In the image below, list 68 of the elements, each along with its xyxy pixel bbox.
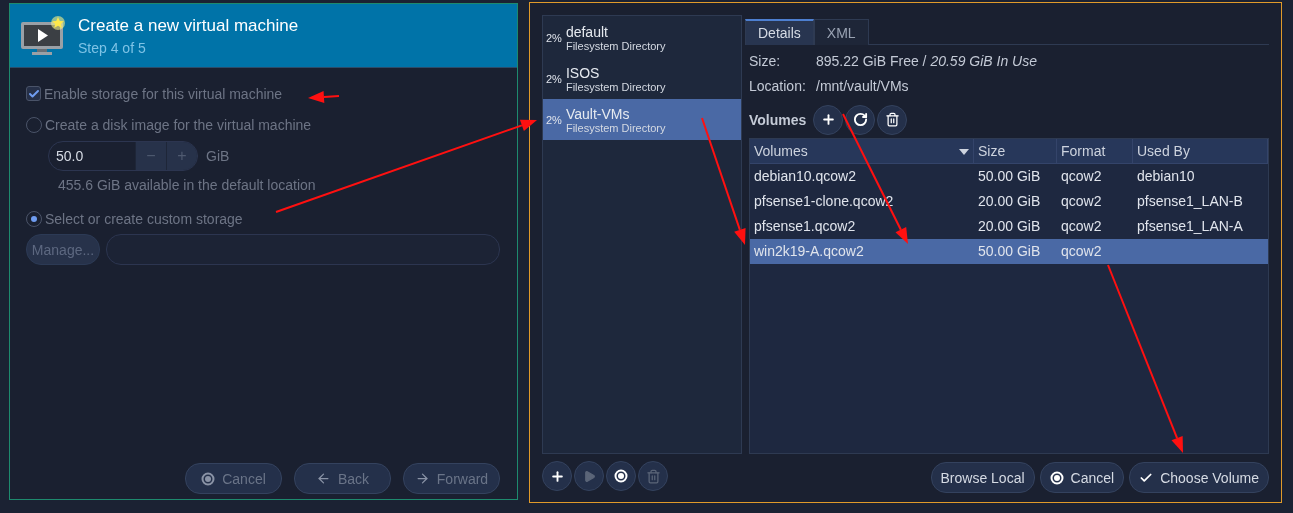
volume-row[interactable]: win2k19-A.qcow2 50.00 GiB qcow2 — [750, 239, 1268, 265]
check-icon — [27, 87, 40, 100]
stop-button[interactable] — [606, 461, 636, 491]
step-label: Step 4 of 5 — [78, 39, 147, 56]
pool-type: Filesystem Directory — [565, 80, 666, 93]
location-label: Location: — [749, 78, 807, 95]
table-cell-text: qcow2 — [1060, 242, 1103, 262]
table-cell-text: debian10 — [1136, 167, 1196, 187]
unit-label: GiB — [206, 147, 230, 164]
column-header[interactable]: Size — [974, 139, 1057, 165]
size-label: Size: — [749, 53, 782, 70]
pool-usage: 2% — [546, 113, 562, 126]
radio-label: Select or create custom storage — [45, 210, 243, 227]
annotation-arrow — [308, 91, 340, 103]
arrow-right-icon — [414, 471, 430, 486]
pool-name: ISOS — [565, 64, 601, 81]
cancel-button[interactable]: Cancel — [1039, 462, 1125, 493]
sort-caret-icon — [959, 148, 969, 155]
choose-button[interactable]: Choose Volume — [1129, 462, 1269, 493]
plus-icon — [820, 112, 836, 127]
table-cell-text: win2k19-A.qcow2 — [753, 242, 865, 262]
pool-usage: 2% — [546, 72, 562, 85]
volume-row[interactable]: pfsense1.qcow2 20.00 GiB qcow2 pfsense1_LAN-A — [750, 214, 1268, 240]
stop-icon — [614, 469, 628, 483]
trash-icon — [645, 468, 661, 484]
trash-icon — [884, 112, 900, 127]
column-header[interactable]: Volumes — [750, 139, 974, 165]
pool-name: Vault-VMs — [565, 105, 631, 122]
volumes-label: Volumes — [749, 111, 807, 128]
column-header[interactable]: Used By — [1133, 139, 1268, 165]
table-cell-text: 50.00 GiB — [977, 167, 1042, 187]
location-value: /mnt/vault/VMs — [816, 78, 909, 95]
monitor-icon — [20, 14, 66, 57]
add-button[interactable] — [813, 104, 844, 135]
table-cell-text: qcow2 — [1060, 167, 1103, 187]
refresh-button[interactable] — [845, 104, 876, 135]
table-cell-text: 50.00 GiB — [977, 242, 1042, 262]
table-cell-text: pfsense1_LAN-B — [1136, 192, 1244, 212]
table-cell-text: 20.00 GiB — [977, 192, 1042, 212]
table-cell-text: pfsense1_LAN-A — [1136, 217, 1244, 237]
volume-row[interactable]: debian10.qcow2 50.00 GiB qcow2 debian10 — [750, 164, 1268, 190]
table-cell-text: debian10.qcow2 — [753, 167, 857, 187]
delete-button[interactable] — [877, 104, 908, 135]
pool-type: Filesystem Directory — [565, 39, 666, 52]
size-value: 895.22 GiB Free / 20.59 GiB In Use — [816, 53, 1038, 70]
play-icon — [582, 469, 596, 483]
checkbox-label: Enable storage for this virtual machine — [44, 85, 283, 102]
pool-name: default — [565, 23, 609, 40]
refresh-icon — [852, 112, 868, 127]
table-cell-text: qcow2 — [1060, 192, 1103, 212]
pool-usage: 2% — [546, 31, 562, 44]
plus-icon — [549, 468, 565, 484]
stop-icon — [1049, 470, 1064, 485]
table-cell-text: pfsense1.qcow2 — [753, 217, 857, 237]
table-cell-text: 20.00 GiB — [977, 217, 1042, 237]
add-button[interactable] — [542, 461, 572, 491]
size-value: 50.0 — [55, 146, 85, 166]
storage-path-field[interactable] — [106, 234, 500, 265]
tab[interactable]: Details — [745, 19, 814, 45]
browse-button[interactable]: Browse Local — [930, 462, 1035, 493]
pool-type: Filesystem Directory — [565, 121, 666, 134]
radio-label: Create a disk image for the virtual machine — [45, 116, 312, 133]
tab[interactable]: XML — [813, 19, 869, 45]
table-cell-text: qcow2 — [1060, 217, 1103, 237]
column-header[interactable]: Format — [1057, 139, 1133, 165]
stop-icon — [201, 471, 216, 486]
wizard-title: Create a new virtual machine — [78, 15, 299, 36]
available-note: 455.6 GiB available in the default location — [58, 177, 317, 193]
